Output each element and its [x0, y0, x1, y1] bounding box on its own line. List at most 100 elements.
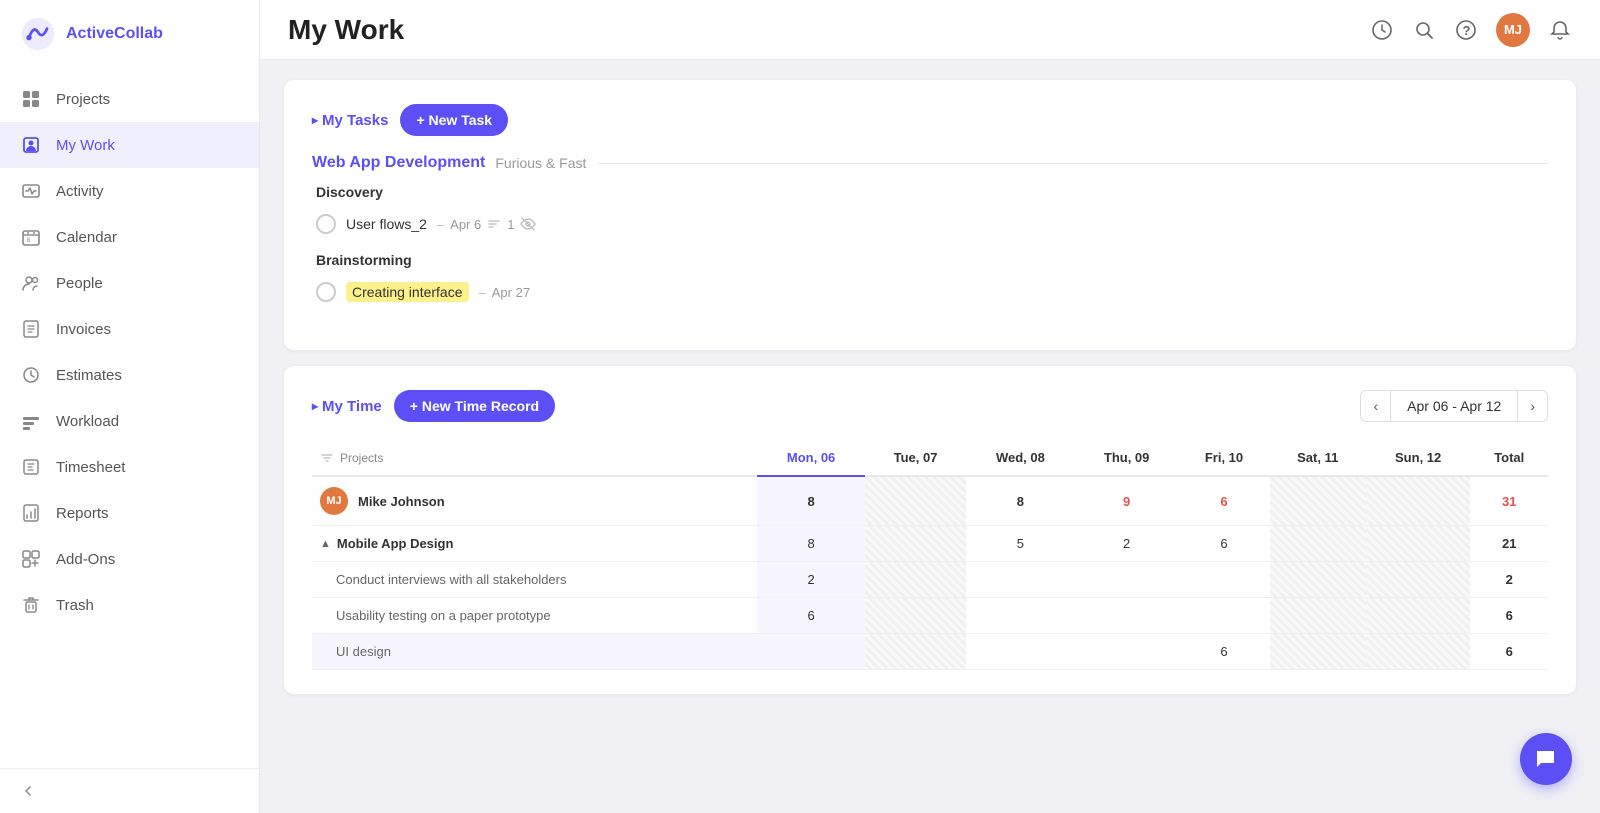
avatar[interactable]: MJ [1496, 13, 1530, 47]
estimates-icon [20, 364, 42, 386]
project-mon[interactable]: 8 [757, 526, 865, 562]
task2-fri [1178, 598, 1269, 634]
sidebar-item-label-estimates: Estimates [56, 367, 122, 384]
task2-mon[interactable]: 6 [757, 598, 865, 634]
project-header: Web App Development Furious & Fast [312, 154, 1548, 172]
clock-icon[interactable] [1370, 18, 1394, 42]
task3-tue [865, 634, 966, 670]
col-header-thu: Thu, 09 [1075, 440, 1178, 476]
task2-wed [966, 598, 1075, 634]
visibility-icon [520, 216, 536, 232]
sidebar-item-label-reports: Reports [56, 505, 109, 522]
task-group-brainstorming: Brainstorming [312, 252, 1548, 268]
my-time-card: My Time + New Time Record ‹ Apr 06 - Apr… [284, 366, 1576, 694]
timesheet-icon [20, 456, 42, 478]
sidebar-item-timesheet[interactable]: Timesheet [0, 444, 259, 490]
new-task-button[interactable]: + New Task [400, 104, 508, 136]
task3-wed [966, 634, 1075, 670]
collapse-button[interactable] [20, 783, 239, 799]
sidebar-item-workload[interactable]: Workload [0, 398, 259, 444]
project-group: Web App Development Furious & Fast Disco… [312, 154, 1548, 310]
task-label-3: UI design [320, 644, 391, 659]
sidebar-item-people[interactable]: People [0, 260, 259, 306]
project-name[interactable]: Web App Development [312, 154, 485, 172]
table-row-task-3: UI design 6 6 [312, 634, 1548, 670]
task-name-creating-interface[interactable]: Creating interface [346, 282, 469, 302]
sidebar-item-estimates[interactable]: Estimates [0, 352, 259, 398]
task-meta-user-flows: – Apr 6 1 [437, 216, 537, 232]
chat-bubble-button[interactable] [1520, 733, 1572, 785]
sidebar-item-label-my-work: My Work [56, 137, 115, 154]
project-wed[interactable]: 5 [966, 526, 1075, 562]
date-range-label: Apr 06 - Apr 12 [1391, 391, 1517, 421]
task-checkbox-2[interactable] [316, 282, 336, 302]
new-time-record-button[interactable]: + New Time Record [394, 390, 555, 422]
table-row-project: ▲ Mobile App Design 8 5 2 6 21 [312, 526, 1548, 562]
addons-icon [20, 548, 42, 570]
task2-total: 6 [1470, 598, 1548, 634]
task3-sun [1366, 634, 1471, 670]
date-prev-button[interactable]: ‹ [1361, 391, 1391, 421]
task3-thu [1075, 634, 1178, 670]
divider-line [598, 163, 1548, 164]
search-icon[interactable] [1412, 18, 1436, 42]
reports-icon [20, 502, 42, 524]
user-fri[interactable]: 6 [1178, 476, 1269, 526]
date-next-button[interactable]: › [1517, 391, 1547, 421]
project-tue [865, 526, 966, 562]
project-sun [1366, 526, 1471, 562]
time-table: Projects Mon, 06 Tue, 07 Wed, 08 Thu, 09… [312, 440, 1548, 670]
project-fri[interactable]: 6 [1178, 526, 1269, 562]
task1-sat [1270, 562, 1366, 598]
sidebar-item-projects[interactable]: Projects [0, 76, 259, 122]
people-icon [20, 272, 42, 294]
task2-sat [1270, 598, 1366, 634]
task-cell-3: UI design [312, 634, 757, 670]
user-avatar: MJ [320, 487, 348, 515]
user-thu[interactable]: 9 [1075, 476, 1178, 526]
table-row-task-1: Conduct interviews with all stakeholders… [312, 562, 1548, 598]
sidebar-item-trash[interactable]: Trash [0, 582, 259, 628]
sidebar-item-activity[interactable]: Activity [0, 168, 259, 214]
logo-icon [20, 16, 56, 52]
topbar-actions: ? MJ [1370, 13, 1572, 47]
invoices-icon [20, 318, 42, 340]
sidebar-item-addons[interactable]: Add-Ons [0, 536, 259, 582]
user-wed[interactable]: 8 [966, 476, 1075, 526]
sidebar-item-invoices[interactable]: Invoices [0, 306, 259, 352]
help-icon[interactable]: ? [1454, 18, 1478, 42]
task3-total: 6 [1470, 634, 1548, 670]
sidebar-footer [0, 768, 259, 813]
my-tasks-card: My Tasks + New Task Web App Development … [284, 80, 1576, 350]
task1-mon[interactable]: 2 [757, 562, 865, 598]
sidebar-item-my-work[interactable]: My Work [0, 122, 259, 168]
my-tasks-link[interactable]: My Tasks [312, 112, 388, 129]
logo-area[interactable]: ActiveCollab [0, 0, 259, 68]
task-label-1: Conduct interviews with all stakeholders [320, 572, 567, 587]
user-total: 31 [1470, 476, 1548, 526]
project-chevron-icon[interactable]: ▲ [320, 538, 331, 550]
table-header-row: Projects Mon, 06 Tue, 07 Wed, 08 Thu, 09… [312, 440, 1548, 476]
task-name-user-flows[interactable]: User flows_2 [346, 216, 427, 232]
date-navigator: ‹ Apr 06 - Apr 12 › [1360, 390, 1548, 422]
chat-icon [1534, 747, 1558, 771]
project-total: 21 [1470, 526, 1548, 562]
grid-icon [20, 88, 42, 110]
trash-icon [20, 594, 42, 616]
sidebar-item-label-invoices: Invoices [56, 321, 111, 338]
notifications-icon[interactable] [1548, 18, 1572, 42]
project-thu[interactable]: 2 [1075, 526, 1178, 562]
task2-tue [865, 598, 966, 634]
col-header-mon: Mon, 06 [757, 440, 865, 476]
task3-fri[interactable]: 6 [1178, 634, 1269, 670]
user-mon[interactable]: 8 [757, 476, 865, 526]
task1-tue [865, 562, 966, 598]
sidebar-item-reports[interactable]: Reports [0, 490, 259, 536]
sidebar-item-calendar[interactable]: 6 Calendar [0, 214, 259, 260]
main-area: My Work ? MJ [260, 0, 1600, 813]
task-checkbox[interactable] [316, 214, 336, 234]
my-time-link[interactable]: My Time [312, 398, 382, 415]
task1-wed [966, 562, 1075, 598]
task-due-user-flows: Apr 6 [450, 217, 481, 232]
task-cell-2: Usability testing on a paper prototype [312, 598, 757, 634]
